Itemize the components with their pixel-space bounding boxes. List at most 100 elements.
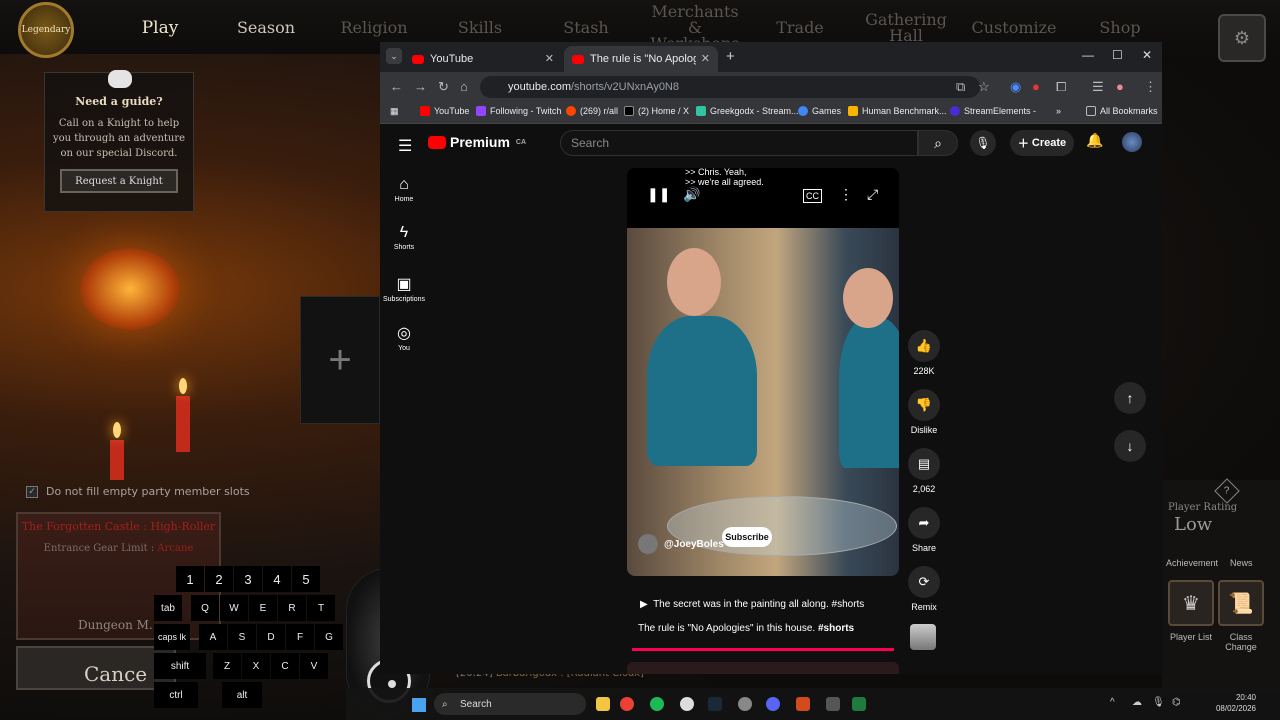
network-icon[interactable]: ⌬ bbox=[1172, 697, 1181, 708]
file-explorer-icon[interactable] bbox=[596, 697, 610, 711]
search-icon[interactable]: ⌕ bbox=[918, 130, 958, 156]
close-tab-icon[interactable]: ✕ bbox=[701, 52, 710, 65]
previous-short-icon[interactable]: ↑ bbox=[1114, 382, 1146, 414]
bookmark-streamlabs[interactable]: Greekgodx - Stream... bbox=[696, 106, 799, 116]
taskbar-search[interactable]: ⌕ Search bbox=[434, 693, 586, 715]
class-change-icon[interactable]: 📜 bbox=[1218, 580, 1264, 626]
channel-info[interactable]: @JoeyBoles bbox=[638, 534, 724, 554]
extension-icon[interactable]: ● bbox=[1032, 79, 1040, 94]
pause-icon[interactable]: ❚❚ bbox=[647, 186, 670, 203]
remix-button[interactable]: ⟳ Remix bbox=[904, 566, 944, 612]
discord-icon[interactable] bbox=[766, 697, 780, 711]
dislike-button[interactable]: 👎 Dislike bbox=[904, 389, 944, 435]
clock[interactable]: 20:40 08/02/2026 bbox=[1198, 692, 1256, 714]
game-launcher-icon[interactable] bbox=[796, 697, 810, 711]
reload-icon[interactable]: ↻ bbox=[438, 79, 449, 95]
bookmark-twitch[interactable]: Following - Twitch bbox=[476, 106, 561, 116]
hamburger-menu-icon[interactable]: ☰ bbox=[398, 136, 412, 156]
new-tab-icon[interactable]: + bbox=[726, 48, 735, 65]
tab-achievement[interactable]: Achievement bbox=[1166, 558, 1218, 568]
fullscreen-icon[interactable]: ⤢ bbox=[867, 186, 878, 203]
close-window-icon[interactable]: ✕ bbox=[1142, 48, 1152, 62]
volume-icon[interactable]: 🔊 bbox=[683, 186, 700, 203]
share-button[interactable]: ➦ Share bbox=[904, 507, 944, 553]
steam-icon[interactable] bbox=[708, 697, 722, 711]
bookmark-human-benchmark[interactable]: Human Benchmark... bbox=[848, 106, 947, 116]
tab-youtube[interactable]: YouTube ✕ bbox=[404, 46, 562, 72]
spotify-icon[interactable] bbox=[650, 697, 664, 711]
key: T bbox=[307, 595, 335, 621]
windows-start-icon[interactable] bbox=[412, 698, 426, 712]
forward-icon[interactable]: → bbox=[414, 79, 427, 94]
notifications-icon[interactable]: 🔔 bbox=[1086, 132, 1103, 149]
all-bookmarks[interactable]: All Bookmarks bbox=[1086, 106, 1158, 116]
bookmark-x[interactable]: (2) Home / X bbox=[624, 106, 689, 116]
legendary-badge[interactable]: Legendary bbox=[18, 2, 74, 58]
player-list-icon[interactable]: ♛ bbox=[1168, 580, 1214, 626]
apps-icon[interactable]: ▦ bbox=[390, 106, 399, 117]
checkbox[interactable]: ✓ bbox=[26, 485, 38, 498]
channel-avatar[interactable] bbox=[638, 534, 658, 554]
audio-thumbnail[interactable] bbox=[910, 624, 936, 650]
tray-overflow-icon[interactable]: ^ bbox=[1110, 697, 1115, 708]
request-knight-button[interactable]: Request a Knight bbox=[60, 169, 178, 193]
progress-bar[interactable] bbox=[632, 648, 894, 651]
like-button[interactable]: 👍 228K bbox=[904, 330, 944, 376]
onedrive-icon[interactable]: ☁ bbox=[1132, 697, 1142, 708]
next-short-icon[interactable]: ↓ bbox=[1114, 430, 1146, 462]
youtube-premium-logo[interactable]: Premium CA bbox=[428, 134, 526, 150]
microphone-icon[interactable]: 🎙 bbox=[970, 130, 996, 156]
extension-icon[interactable]: ◉ bbox=[1010, 79, 1021, 95]
bookmark-reddit[interactable]: (269) r/all bbox=[566, 106, 618, 116]
progress-fill bbox=[632, 648, 894, 651]
microphone-icon[interactable]: 🎙 bbox=[1152, 697, 1165, 708]
minimize-icon[interactable]: — bbox=[1082, 48, 1094, 62]
app-icon[interactable] bbox=[826, 697, 840, 711]
home-icon[interactable]: ⌂ bbox=[460, 79, 468, 94]
comments-button[interactable]: ▤ 2,062 bbox=[904, 448, 944, 494]
bookmarks-overflow-icon[interactable]: » bbox=[1056, 106, 1061, 116]
create-button[interactable]: ＋ Create bbox=[1010, 130, 1074, 156]
sidebar-item-home[interactable]: ⌂ Home bbox=[382, 176, 426, 203]
ccleaner-icon[interactable] bbox=[680, 697, 694, 711]
extensions-icon[interactable]: ⧠ bbox=[1056, 79, 1066, 95]
sidebar-item-you[interactable]: ◎ You bbox=[382, 323, 426, 352]
add-party-slot-button[interactable]: + bbox=[300, 296, 380, 424]
more-icon[interactable]: ⋮ bbox=[839, 186, 853, 203]
bookmark-star-icon[interactable]: ☆ bbox=[978, 79, 990, 95]
avatar[interactable] bbox=[1122, 132, 1142, 152]
profile-icon[interactable]: ● bbox=[1116, 79, 1124, 94]
search-input[interactable]: Search bbox=[560, 130, 918, 156]
short-player[interactable]: ❚❚ 🔊 CC ⋮ ⤢ >> Chris. Yeah, >> we're all … bbox=[627, 168, 899, 576]
guide-panel: Need a guide? Call on a Knight to help y… bbox=[44, 72, 194, 212]
bookmark-streamelements[interactable]: StreamElements - bbox=[950, 106, 1036, 116]
address-bar[interactable]: youtube.com/shorts/v2UNxnAy0N8 bbox=[480, 76, 980, 98]
back-icon[interactable]: ← bbox=[390, 79, 403, 94]
share-icon: ➦ bbox=[908, 507, 940, 539]
tab-search-icon[interactable]: ☰ bbox=[1092, 79, 1104, 95]
nav-season[interactable]: Season bbox=[230, 8, 302, 48]
key: R bbox=[278, 595, 306, 621]
bookmark-games[interactable]: Games bbox=[798, 106, 841, 116]
tab-list-icon[interactable]: ⌄ bbox=[386, 48, 402, 64]
tab-shorts[interactable]: The rule is "No Apologies" i ✕ bbox=[564, 46, 718, 72]
sidebar-item-subscriptions[interactable]: ▣ Subscriptions bbox=[382, 274, 426, 303]
maximize-icon[interactable]: ☐ bbox=[1112, 48, 1123, 62]
nav-play[interactable]: Play bbox=[130, 8, 190, 48]
obs-icon[interactable] bbox=[738, 697, 752, 711]
close-tab-icon[interactable]: ✕ bbox=[545, 52, 554, 65]
video-description[interactable]: ▶ The secret was in the painting all alo… bbox=[640, 599, 864, 610]
menu-icon[interactable]: ⋮ bbox=[1144, 79, 1157, 95]
tab-news[interactable]: News bbox=[1230, 558, 1253, 568]
bookmark-youtube[interactable]: YouTube bbox=[420, 106, 469, 116]
captions-icon[interactable]: CC bbox=[803, 189, 822, 203]
settings-icon[interactable]: ⚙ bbox=[1218, 14, 1266, 62]
install-app-icon[interactable]: ⧉ bbox=[956, 79, 965, 95]
fill-party-checkbox-row[interactable]: ✓ Do not fill empty party member slots bbox=[26, 485, 250, 498]
subscribe-button[interactable]: Subscribe bbox=[722, 527, 772, 547]
chrome-icon[interactable] bbox=[620, 697, 634, 711]
sidebar-item-shorts[interactable]: ϟ Shorts bbox=[382, 224, 426, 251]
channel-name[interactable]: @JoeyBoles bbox=[664, 539, 724, 550]
notepad-icon[interactable] bbox=[852, 697, 866, 711]
video-title[interactable]: The rule is "No Apologies" in this house… bbox=[638, 623, 854, 634]
